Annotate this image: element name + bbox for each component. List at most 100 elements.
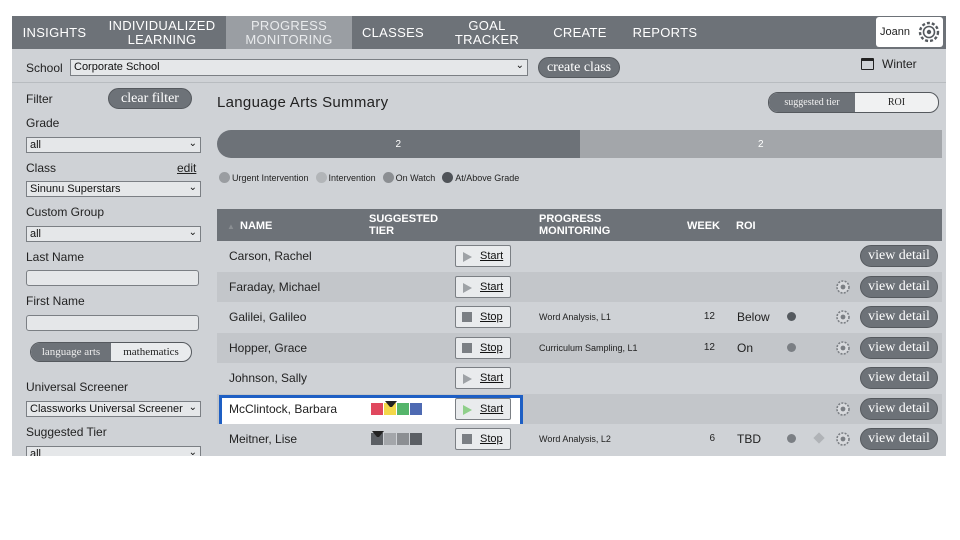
- nav-create[interactable]: CREATE: [547, 16, 613, 49]
- legend-item: At/Above Grade: [442, 172, 519, 183]
- legend-item: Intervention: [315, 172, 376, 183]
- settings-gear-icon[interactable]: [836, 340, 850, 355]
- stop-button[interactable]: Stop: [455, 306, 511, 328]
- last-name-input[interactable]: [26, 270, 199, 286]
- first-name-input[interactable]: [26, 315, 199, 331]
- class-select[interactable]: Sinunu Superstars ⌄: [26, 181, 201, 197]
- column-week[interactable]: WEEK: [687, 220, 720, 232]
- table-body: Carson, Rachel Start view detail Faraday, M…: [217, 241, 942, 455]
- action-label: Start: [480, 250, 504, 262]
- start-button[interactable]: Start: [455, 367, 511, 389]
- start-button[interactable]: Start: [455, 275, 511, 298]
- play-icon: [463, 404, 472, 415]
- column-name[interactable]: NAME: [240, 220, 272, 232]
- stop-icon: [462, 342, 472, 353]
- table-header: ▲ NAME SUGGESTED TIER PROGRESS MONITORIN…: [217, 209, 942, 241]
- table-row[interactable]: Hopper, Grace Stop Curriculum Sampling, L1…: [217, 332, 942, 363]
- settings-gear-icon[interactable]: [836, 310, 850, 324]
- table-row[interactable]: Faraday, Michael Start view detail: [217, 271, 942, 302]
- action-label: Start: [480, 402, 504, 415]
- suggested-tier-select[interactable]: all ⌄: [26, 446, 201, 456]
- student-name: McClintock, Barbara: [229, 401, 338, 416]
- language-arts-option[interactable]: language arts: [31, 343, 111, 361]
- view-detail-button[interactable]: view detail: [860, 306, 938, 328]
- suggested-tier-option[interactable]: suggested tier: [769, 93, 855, 112]
- tier-legend: Urgent Intervention Intervention On Watch A…: [219, 172, 522, 183]
- chevron-down-icon: ⌄: [515, 60, 524, 71]
- table-row[interactable]: Galilei, Galileo Stop Word Analysis, L1 12 B…: [217, 302, 942, 333]
- user-name: Joann: [880, 26, 910, 38]
- nav-insights[interactable]: INSIGHTS: [12, 16, 97, 49]
- filter-sidebar: Filter clear filter Grade all ⌄ Class ed…: [12, 84, 212, 456]
- sort-icon[interactable]: ▲: [227, 221, 235, 233]
- school-bar: School Corporate School ⌄ create class W…: [12, 49, 946, 83]
- table-row[interactable]: Carson, Rachel Start view detail: [217, 241, 942, 272]
- settings-gear-icon[interactable]: [836, 279, 850, 294]
- school-select[interactable]: Corporate School ⌄: [70, 59, 528, 76]
- stop-button[interactable]: Stop: [455, 428, 511, 450]
- week-value: 12: [703, 311, 715, 322]
- nav-reports[interactable]: REPORTS: [629, 16, 701, 49]
- view-detail-button[interactable]: view detail: [860, 428, 938, 450]
- progress-monitoring-probe: Word Analysis, L1: [539, 312, 611, 322]
- column-progress-monitoring[interactable]: PROGRESS MONITORING: [539, 213, 629, 237]
- universal-screener-select[interactable]: Classworks Universal Screener ⌄: [26, 401, 201, 417]
- calendar-icon: [861, 58, 874, 70]
- view-detail-button[interactable]: view detail: [860, 245, 938, 267]
- suggested-tier-indicator: [371, 431, 422, 445]
- column-roi[interactable]: ROI: [736, 220, 756, 232]
- clear-filter-button[interactable]: clear filter: [108, 88, 192, 109]
- class-label: Class: [26, 161, 57, 175]
- school-label: School: [26, 61, 63, 75]
- week-value: 12: [703, 341, 715, 353]
- view-detail-button[interactable]: view detail: [860, 336, 938, 359]
- action-label: Start: [480, 372, 504, 384]
- roi-option[interactable]: ROI: [855, 93, 938, 112]
- edit-class-link[interactable]: edit: [177, 161, 196, 175]
- tier-segment[interactable]: 2: [579, 130, 942, 158]
- last-name-label: Last Name: [26, 250, 85, 264]
- nav-goal-tracker[interactable]: GOAL TRACKER: [435, 16, 539, 49]
- suggested-tier-label: Suggested Tier: [26, 425, 107, 439]
- progress-monitoring-probe: Word Analysis, L2: [539, 434, 611, 444]
- chevron-down-icon: ⌄: [188, 227, 197, 238]
- filter-label: Filter: [26, 92, 53, 106]
- view-detail-button[interactable]: view detail: [860, 367, 938, 389]
- view-toggle[interactable]: suggested tier ROI: [768, 92, 939, 113]
- settings-gear-icon[interactable]: [836, 401, 850, 416]
- grade-select[interactable]: all ⌄: [26, 137, 201, 153]
- nav-classes[interactable]: CLASSES: [357, 16, 429, 49]
- chevron-down-icon: ⌄: [188, 402, 197, 413]
- view-detail-button[interactable]: view detail: [860, 275, 938, 298]
- settings-gear-icon[interactable]: [836, 432, 850, 446]
- table-row[interactable]: Johnson, Sally Start view detail: [217, 363, 942, 394]
- user-menu[interactable]: Joann: [876, 17, 943, 47]
- table-row[interactable]: Meitner, Lise Stop Word Analysis, L2 6 TBD vi…: [217, 424, 942, 455]
- start-button[interactable]: Start: [455, 245, 511, 267]
- chevron-down-icon: ⌄: [188, 182, 197, 193]
- term-label: Winter: [882, 57, 917, 71]
- nav-progress-monitoring[interactable]: PROGRESS MONITORING: [226, 16, 352, 49]
- term-selector[interactable]: Winter: [861, 57, 917, 71]
- table-row[interactable]: McClintock, Barbara Start view detail: [217, 393, 942, 428]
- legend-dot-icon: [219, 172, 230, 183]
- legend-label: On Watch: [395, 172, 436, 183]
- mathematics-option[interactable]: mathematics: [111, 343, 191, 361]
- app-window: INSIGHTS INDIVIDUALIZED LEARNING PROGRES…: [12, 16, 946, 456]
- action-label: Stop: [480, 433, 503, 445]
- column-suggested-tier[interactable]: SUGGESTED TIER: [369, 213, 449, 237]
- week-value: 6: [709, 433, 715, 444]
- create-class-button[interactable]: create class: [538, 57, 620, 78]
- custom-group-select[interactable]: all ⌄: [26, 226, 201, 242]
- roi-value: On: [737, 340, 754, 355]
- view-detail-button[interactable]: view detail: [860, 397, 938, 420]
- diamond-icon: [813, 432, 825, 444]
- subject-toggle[interactable]: language arts mathematics: [30, 342, 192, 362]
- nav-individualized-learning[interactable]: INDIVIDUALIZED LEARNING: [101, 16, 223, 49]
- start-button[interactable]: Start: [455, 397, 511, 420]
- stop-button[interactable]: Stop: [455, 336, 511, 359]
- tier-segment[interactable]: 2: [217, 130, 580, 158]
- legend-label: At/Above Grade: [455, 172, 520, 183]
- legend-item: On Watch: [382, 172, 436, 183]
- student-name: Hopper, Grace: [229, 340, 308, 355]
